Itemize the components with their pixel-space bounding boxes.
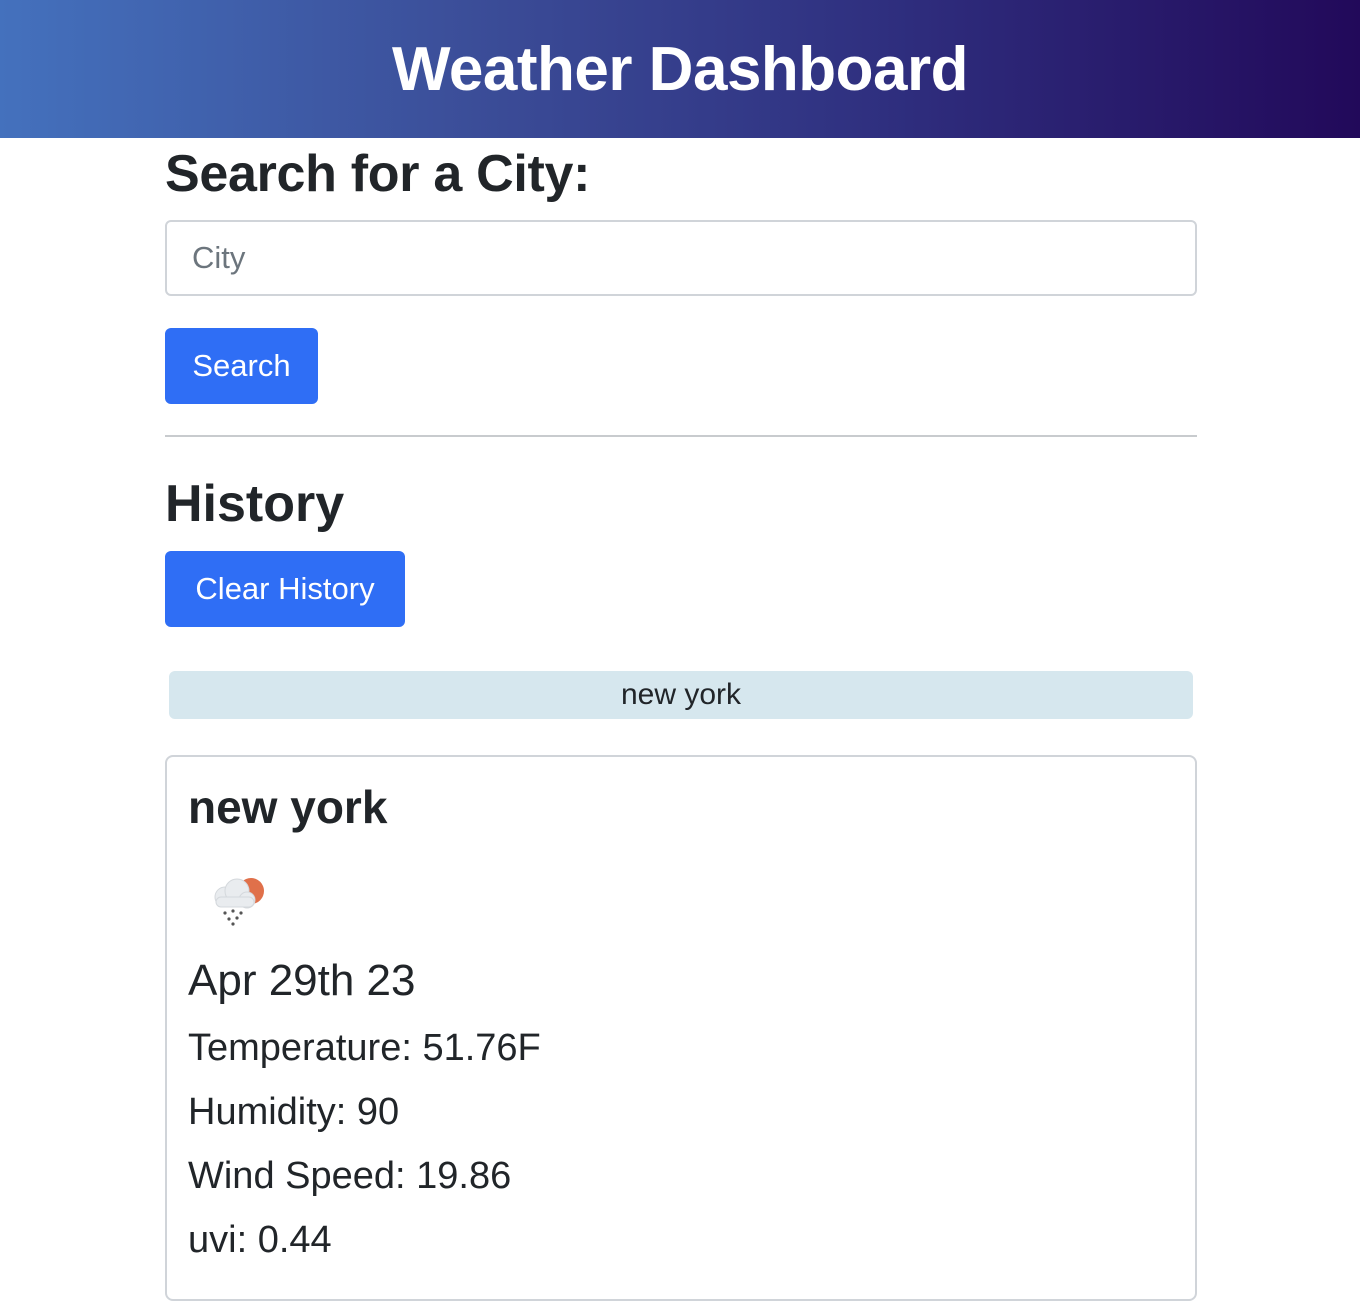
section-divider [165,435,1197,437]
weather-city-name: new york [188,781,388,833]
weather-date: Apr 29th 23 [188,956,416,1005]
clear-history-button[interactable]: Clear History [165,551,405,627]
uvi-text: uvi: 0.44 [188,1219,332,1261]
history-heading: History [165,475,345,533]
temperature-text: Temperature: 51.76F [188,1027,541,1069]
search-button[interactable]: Search [165,328,318,404]
city-search-input[interactable] [165,220,1197,296]
app-title: Weather Dashboard [391,34,969,104]
app-header: Weather Dashboard [0,0,1360,138]
history-item-new-york[interactable]: new york [169,671,1193,719]
current-weather-card: new york Apr 29th 23 Temperature: 51.76F… [165,755,1197,1301]
humidity-text: Humidity: 90 [188,1091,400,1133]
rain-snow-partly-cloudy-icon [214,878,264,926]
search-heading: Search for a City: [165,145,591,203]
wind-speed-text: Wind Speed: 19.86 [188,1155,512,1197]
